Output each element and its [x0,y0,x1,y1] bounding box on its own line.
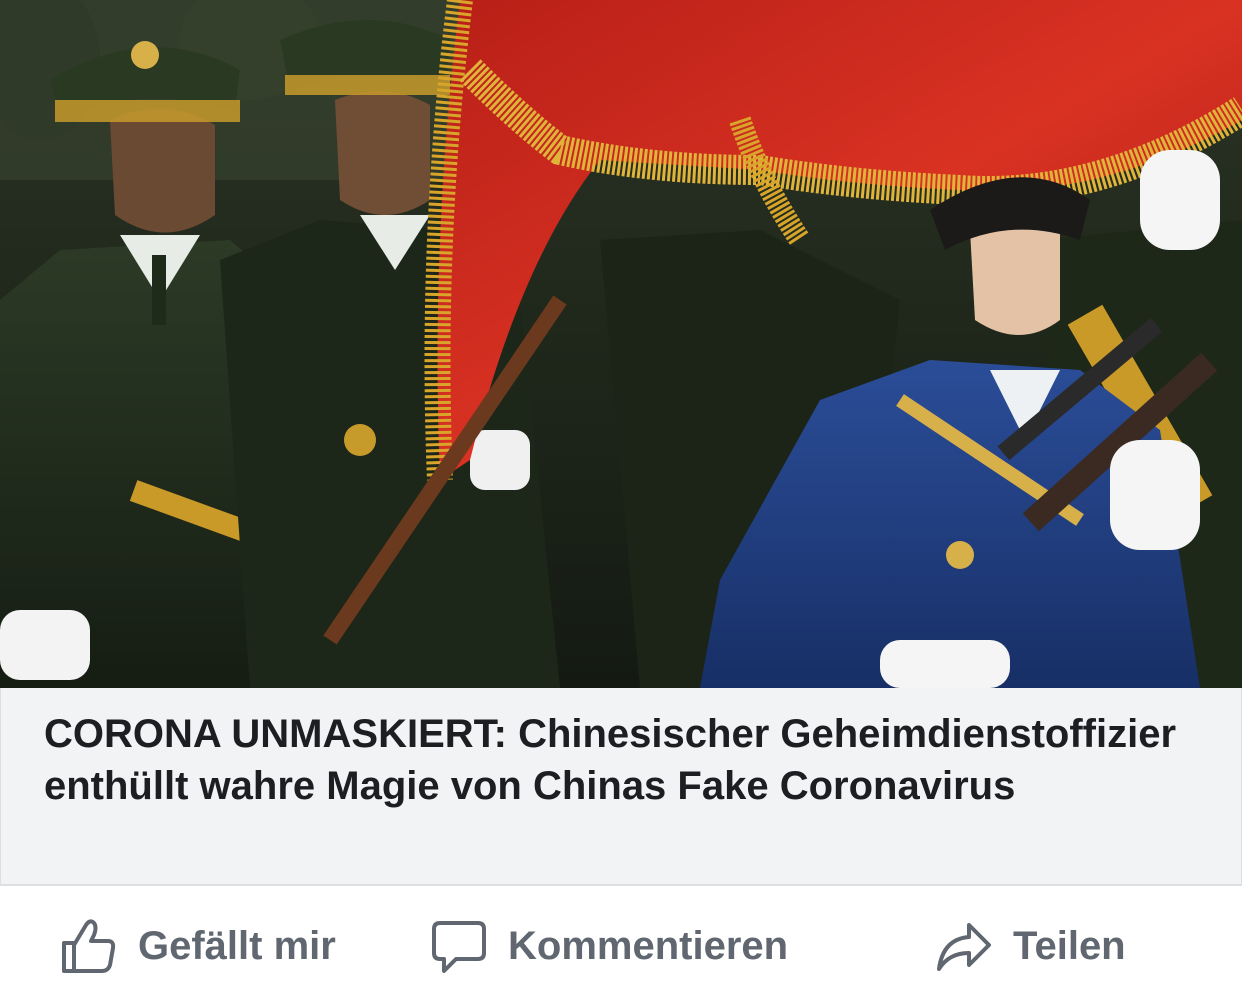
share-label: Teilen [1013,923,1126,968]
share-arrow-icon [935,917,993,975]
thumbs-up-icon [60,917,118,975]
like-button[interactable]: Gefällt mir [60,916,336,976]
post-image[interactable] [0,0,1242,688]
post-headline[interactable]: CORONA UNMASKIERT: Chinesischer Geheimdi… [44,708,1194,812]
facebook-post: CORONA UNMASKIERT: Chinesischer Geheimdi… [0,0,1242,1004]
comment-button[interactable]: Kommentieren [430,916,788,976]
speech-bubble-icon [430,917,488,975]
comment-label: Kommentieren [508,923,789,968]
parade-photo [0,0,1242,688]
action-bar: Gefällt mir Kommentieren Teilen [0,886,1242,1004]
link-preview[interactable]: CORONA UNMASKIERT: Chinesischer Geheimdi… [0,688,1242,886]
like-label: Gefällt mir [138,923,336,968]
share-button[interactable]: Teilen [935,916,1126,976]
